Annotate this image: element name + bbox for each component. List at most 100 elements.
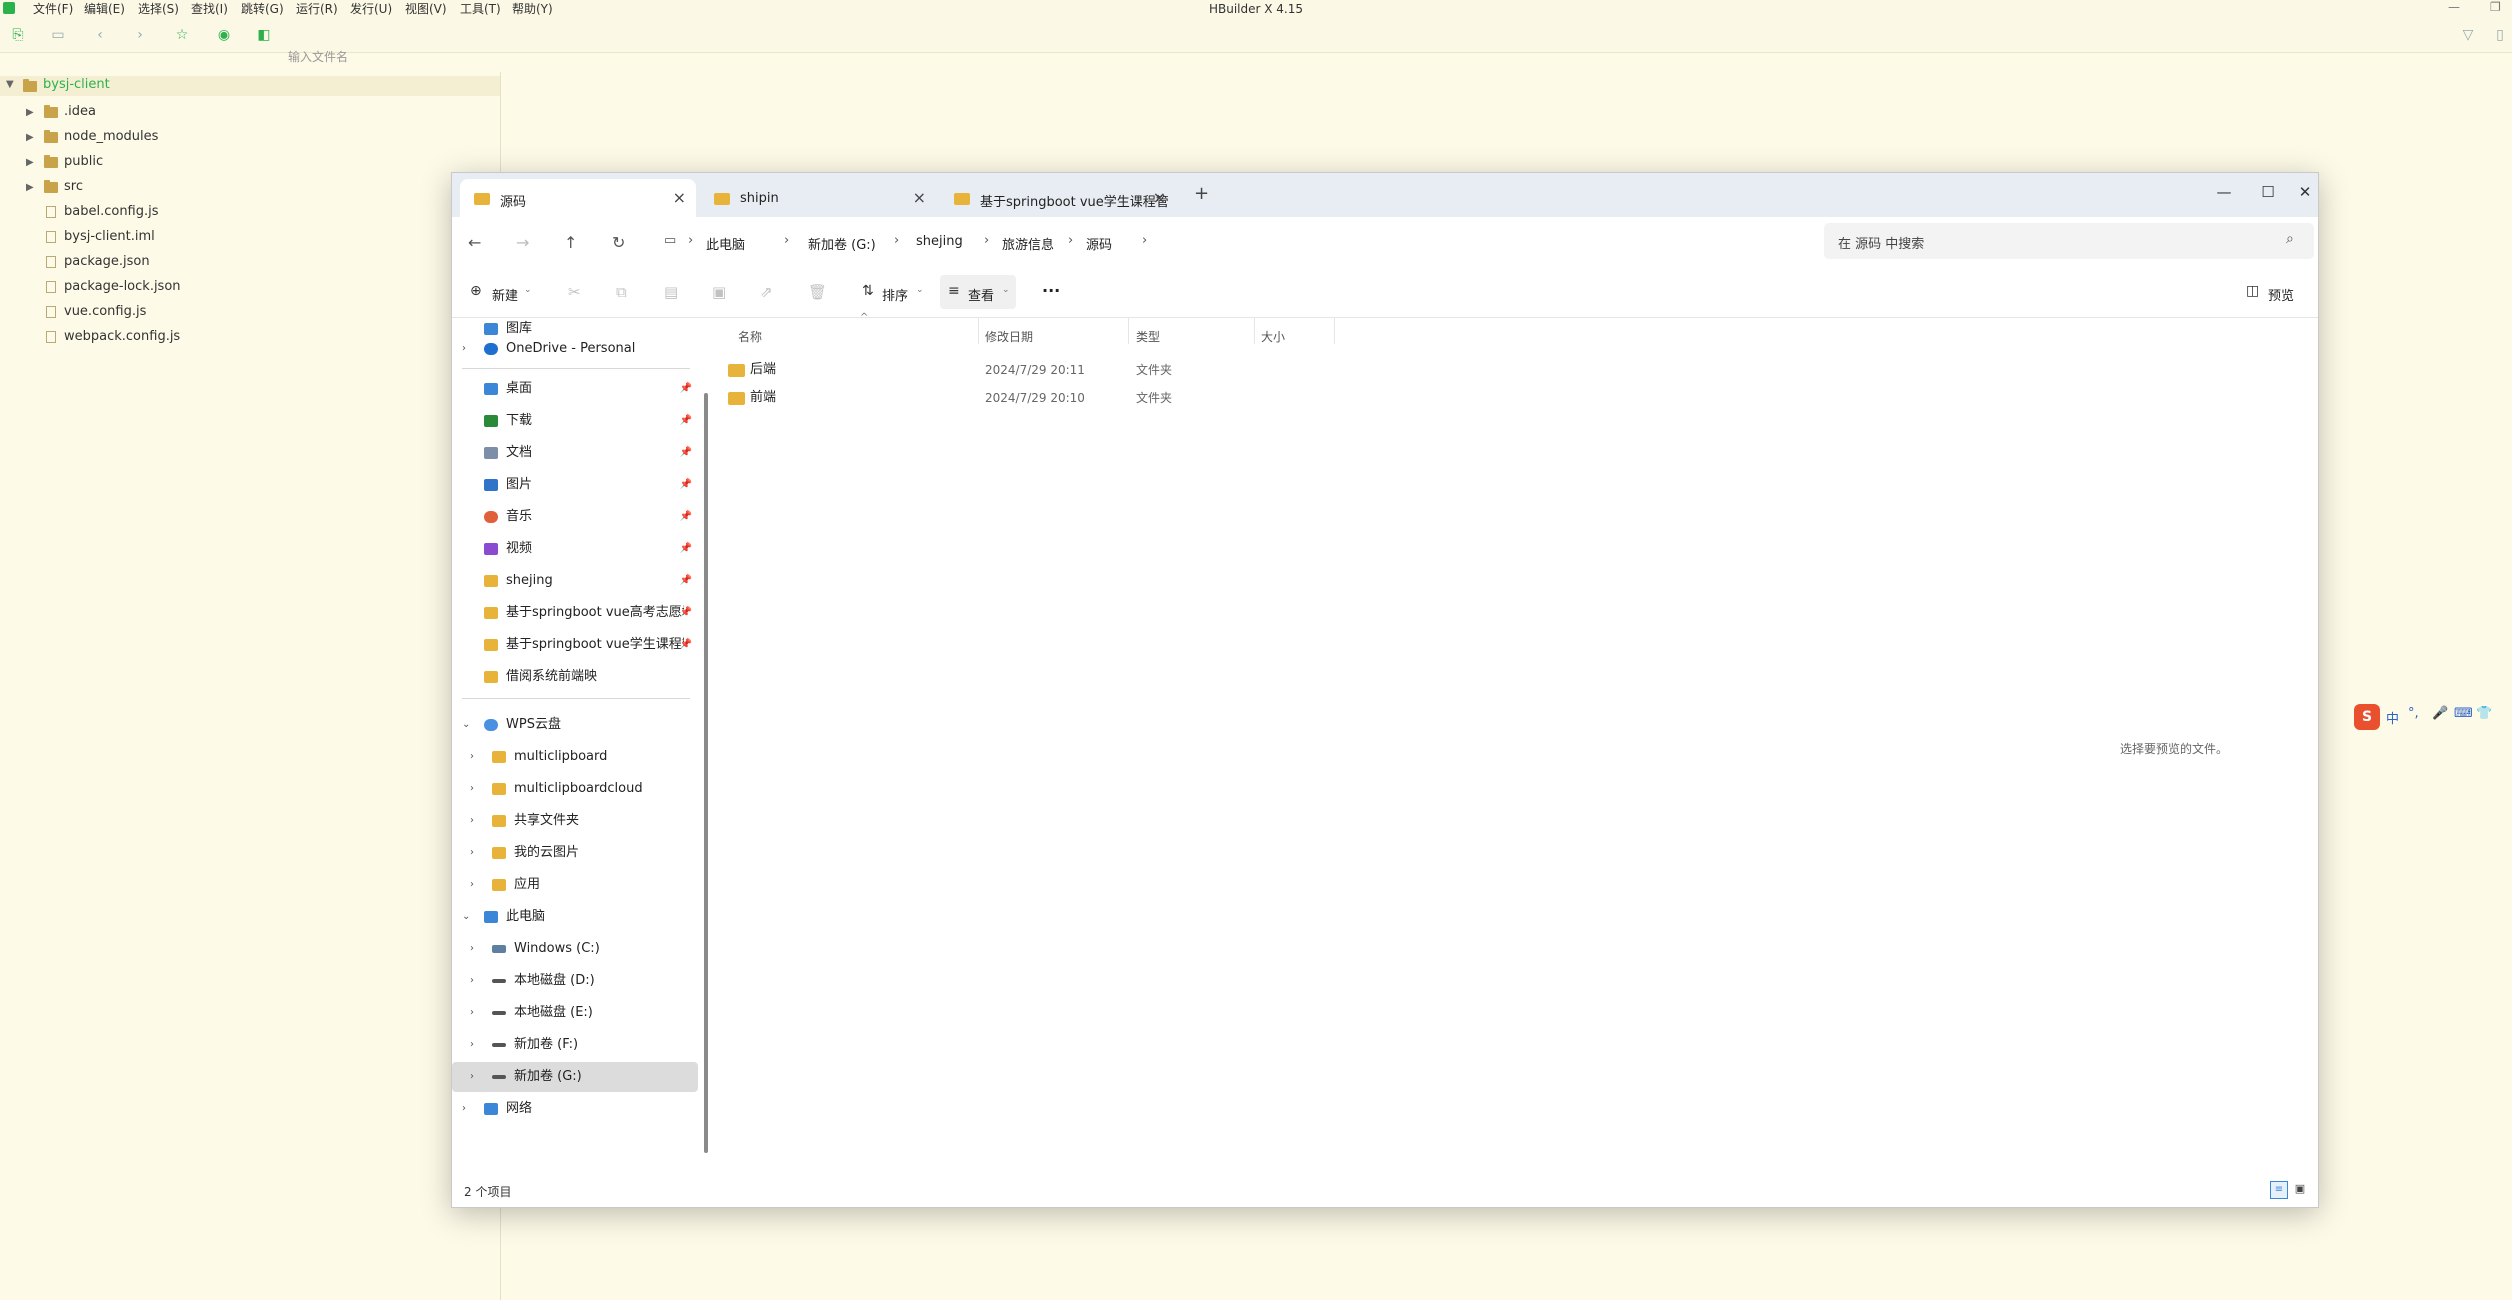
column-divider[interactable] <box>1334 318 1335 344</box>
cut-icon[interactable]: ✂ <box>568 283 581 301</box>
chevron-right-icon[interactable]: ▶ <box>26 177 34 199</box>
file-row[interactable]: 后端 2024/7/29 20:11 文件夹 <box>720 356 2310 384</box>
chevron-right-icon[interactable]: ▶ <box>26 127 34 149</box>
project-root-row[interactable]: ▼ bysj-client <box>0 76 500 96</box>
delete-icon[interactable]: 🗑 <box>808 283 827 301</box>
rename-icon[interactable]: ▣ <box>712 283 726 301</box>
column-divider[interactable] <box>1254 318 1255 344</box>
forward-arrow-icon[interactable]: → <box>516 233 529 252</box>
nav-wps-item[interactable]: › 应用 <box>452 870 698 900</box>
tree-file[interactable]: package.json <box>0 251 500 273</box>
column-type[interactable]: 类型 <box>1136 328 1160 345</box>
chevron-right-icon[interactable]: › <box>470 998 474 1028</box>
close-icon[interactable]: × <box>913 188 926 207</box>
search-icon[interactable]: ⌕ <box>2286 231 2294 247</box>
search-box[interactable]: 在 源码 中搜索 ⌕ <box>1824 223 2314 259</box>
nav-quick-access-item[interactable]: 图片 📌 <box>452 470 698 500</box>
search-input[interactable]: 在 源码 中搜索 <box>1838 233 1924 252</box>
chevron-right-icon[interactable]: ▶ <box>26 102 34 124</box>
skin-icon[interactable]: 👕 <box>2476 706 2492 721</box>
nav-quick-access-item[interactable]: 视频 📌 <box>452 534 698 564</box>
column-divider[interactable] <box>978 318 979 344</box>
maximize-icon[interactable]: ☐ <box>2248 179 2288 205</box>
chevron-right-icon[interactable]: › <box>470 934 474 964</box>
back-arrow-icon[interactable]: ← <box>468 233 481 252</box>
chevron-right-icon[interactable]: › <box>470 1030 474 1060</box>
nav-quick-access-item[interactable]: 音乐 📌 <box>452 502 698 532</box>
keyboard-icon[interactable]: ⌨ <box>2454 706 2473 721</box>
chevron-right-icon[interactable]: › <box>470 774 474 804</box>
new-button[interactable]: ⊕ 新建 ⌄ <box>462 275 532 309</box>
nav-drive[interactable]: › 新加卷 (F:) <box>452 1030 698 1060</box>
crumb-shejing[interactable]: shejing <box>916 234 963 249</box>
chevron-right-icon[interactable]: › <box>470 966 474 996</box>
sort-button[interactable]: ⇅ 排序 ⌄ <box>854 275 930 309</box>
ime-toolbar[interactable]: S 中 °, 🎤 ⌨ 👕 <box>2352 702 2512 732</box>
tree-file[interactable]: webpack.config.js <box>0 326 500 348</box>
chevron-right-icon[interactable]: › <box>470 1062 474 1092</box>
save-icon[interactable]: ▭ <box>50 27 66 43</box>
tab-springboot[interactable]: 基于springboot vue学生课程管 × <box>940 179 1176 217</box>
chevron-right-icon[interactable]: › <box>470 838 474 868</box>
preview-button[interactable]: ◫ 预览 <box>2240 275 2306 309</box>
star-icon[interactable]: ☆ <box>174 27 190 43</box>
nav-quick-access-item[interactable]: 借阅系统前端映 <box>452 662 698 692</box>
copy-icon[interactable]: ⧉ <box>616 283 627 301</box>
breadcrumb[interactable]: ▭ › 此电脑 › 新加卷 (G:) › shejing › 旅游信息 › 源码… <box>650 223 1190 259</box>
view-button[interactable]: ≡ 查看 ⌄ <box>940 275 1016 309</box>
refresh-icon[interactable]: ↻ <box>612 233 625 252</box>
column-date[interactable]: 修改日期 <box>985 328 1033 345</box>
details-view-icon[interactable]: ≡ <box>2270 1181 2288 1199</box>
chevron-right-icon[interactable]: › <box>462 334 466 364</box>
chevron-right-icon[interactable]: › <box>462 1094 466 1124</box>
minimize-icon[interactable]: — <box>2204 179 2244 205</box>
nav-quick-access-item[interactable]: 下载 📌 <box>452 406 698 436</box>
filename-input[interactable]: 输入文件名 <box>288 48 348 65</box>
tab-shipin[interactable]: shipin × <box>700 179 936 217</box>
nav-wps-item[interactable]: › 我的云图片 <box>452 838 698 868</box>
paste-icon[interactable]: ▤ <box>664 283 678 301</box>
nav-network[interactable]: › 网络 <box>452 1094 698 1124</box>
up-arrow-icon[interactable]: ↑ <box>564 233 577 252</box>
filter-icon[interactable]: ▽ <box>2460 27 2476 43</box>
restore-icon[interactable]: ❐ <box>2490 0 2501 14</box>
chevron-right-icon[interactable]: › <box>470 806 474 836</box>
nav-quick-access-item[interactable]: shejing 📌 <box>452 566 698 596</box>
split-icon[interactable]: ▯ <box>2492 27 2508 43</box>
nav-quick-access-item[interactable]: 桌面 📌 <box>452 374 698 404</box>
chevron-right-icon[interactable]: › <box>470 742 474 772</box>
nav-wps-item[interactable]: › 共享文件夹 <box>452 806 698 836</box>
close-icon[interactable]: × <box>673 188 686 207</box>
nav-quick-access-item[interactable]: 基于springboot vue高考志愿填 📌 <box>452 598 698 628</box>
column-name[interactable]: 名称 <box>738 328 762 345</box>
ime-mode[interactable]: 中 <box>2386 708 2399 727</box>
punctuation-icon[interactable]: °, <box>2408 706 2419 721</box>
crumb-this-pc[interactable]: 此电脑 <box>706 234 745 253</box>
nav-drive[interactable]: › 本地磁盘 (D:) <box>452 966 698 996</box>
chevron-right-icon[interactable]: ▶ <box>26 152 34 174</box>
nav-wps-cloud[interactable]: ⌄ WPS云盘 <box>452 710 698 740</box>
new-tab-icon[interactable]: + <box>1194 183 1209 204</box>
nav-scrollbar[interactable] <box>704 393 708 1153</box>
minimize-icon[interactable]: — <box>2448 0 2460 14</box>
microphone-icon[interactable]: 🎤 <box>2432 706 2448 721</box>
nav-drive-selected[interactable]: › 新加卷 (G:) <box>452 1062 698 1092</box>
tree-folder[interactable]: ▶ node_modules <box>0 126 500 148</box>
tree-file[interactable]: package-lock.json <box>0 276 500 298</box>
back-icon[interactable]: ‹ <box>92 27 108 43</box>
new-file-icon[interactable]: ⎘ <box>10 27 26 43</box>
nav-this-pc[interactable]: ⌄ 此电脑 <box>452 902 698 932</box>
nav-onedrive[interactable]: › OneDrive - Personal <box>452 334 698 364</box>
nav-drive[interactable]: › 本地磁盘 (E:) <box>452 998 698 1028</box>
tree-file[interactable]: bysj-client.iml <box>0 226 500 248</box>
tree-file[interactable]: vue.config.js <box>0 301 500 323</box>
nav-quick-access-item[interactable]: 基于springboot vue学生课程管 📌 <box>452 630 698 660</box>
nav-wps-item[interactable]: › multiclipboard <box>452 742 698 772</box>
nav-drive[interactable]: › Windows (C:) <box>452 934 698 964</box>
browser-icon[interactable]: ◧ <box>256 27 272 43</box>
chevron-down-icon[interactable]: ⌄ <box>462 710 470 740</box>
share-icon[interactable]: ⇗ <box>760 283 773 301</box>
file-row[interactable]: 前端 2024/7/29 20:10 文件夹 <box>720 384 2310 412</box>
column-size[interactable]: 大小 <box>1261 328 1285 345</box>
chevron-right-icon[interactable]: › <box>470 870 474 900</box>
